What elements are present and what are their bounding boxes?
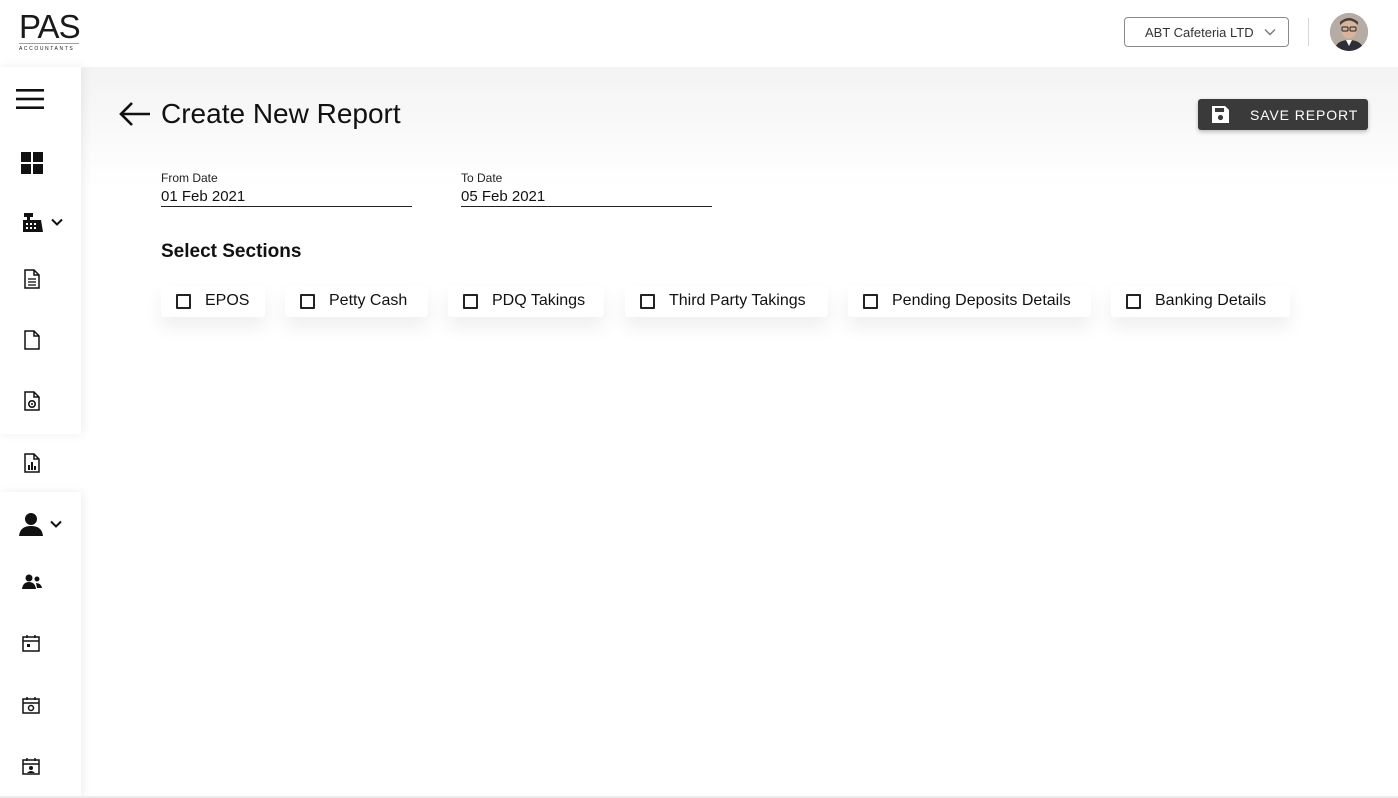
section-label: Pending Deposits Details: [892, 292, 1071, 309]
checkbox[interactable]: [863, 294, 878, 309]
checkbox[interactable]: [463, 294, 478, 309]
section-checkbox-third-party-takings[interactable]: Third Party Takings: [625, 286, 828, 317]
section-label: Petty Cash: [329, 292, 408, 309]
users-group-icon[interactable]: [21, 572, 43, 592]
logo-subtext: ACCOUNTANTS: [19, 46, 75, 52]
logo-underline: [19, 43, 79, 44]
section-checkbox-petty-cash[interactable]: Petty Cash: [285, 286, 428, 317]
chevron-down-icon: [1264, 29, 1276, 36]
section-checkbox-pending-deposits-details[interactable]: Pending Deposits Details: [848, 286, 1091, 317]
calendar-person-icon[interactable]: [21, 755, 41, 777]
document-icon[interactable]: [22, 329, 42, 351]
save-report-button[interactable]: SAVE REPORT: [1198, 99, 1368, 130]
save-report-label: SAVE REPORT: [1250, 107, 1359, 123]
from-date-field[interactable]: From Date 01 Feb 2021: [161, 171, 412, 207]
user-avatar[interactable]: [1330, 13, 1368, 51]
checkbox[interactable]: [176, 294, 191, 309]
section-label: Banking Details: [1155, 292, 1267, 309]
section-checkbox-pdq-takings[interactable]: PDQ Takings: [448, 286, 604, 317]
report-chart-icon[interactable]: [22, 452, 42, 474]
to-date-label: To Date: [461, 171, 503, 185]
menu-icon[interactable]: [14, 83, 46, 115]
sidebar-item-cash-register[interactable]: [20, 209, 66, 235]
sidebar-item-user[interactable]: [18, 511, 64, 537]
user-icon: [19, 513, 43, 536]
company-select[interactable]: ABT Cafeteria LTD: [1124, 17, 1289, 47]
logo-text: PAS: [19, 8, 81, 45]
page-title: Create New Report: [161, 98, 401, 129]
dashboard-icon[interactable]: [20, 151, 44, 175]
back-arrow-icon[interactable]: [118, 100, 152, 128]
sidebar: [0, 67, 81, 798]
section-checkbox-banking-details[interactable]: Banking Details: [1111, 286, 1290, 317]
top-bar: PAS ACCOUNTANTS ABT Cafeteria LTD: [0, 0, 1398, 67]
document-gear-icon[interactable]: [22, 390, 42, 412]
document-lines-icon[interactable]: [22, 268, 42, 290]
save-icon: [1212, 106, 1229, 123]
checkbox[interactable]: [300, 294, 315, 309]
company-logo[interactable]: PAS ACCOUNTANTS: [19, 10, 81, 56]
chevron-down-icon: [51, 218, 63, 226]
select-sections-title: Select Sections: [161, 241, 302, 262]
calendar-icon[interactable]: [21, 632, 41, 654]
section-label: EPOS: [205, 292, 250, 309]
sidebar-panel-main: [0, 67, 81, 434]
checkbox[interactable]: [1126, 294, 1141, 309]
header-divider: [1308, 18, 1309, 46]
avatar-image: [1330, 13, 1368, 51]
calendar-gear-icon[interactable]: [21, 694, 41, 716]
section-label: PDQ Takings: [492, 292, 586, 309]
from-date-label: From Date: [161, 171, 218, 185]
to-date-field[interactable]: To Date 05 Feb 2021: [461, 171, 712, 207]
company-select-value: ABT Cafeteria LTD: [1145, 24, 1254, 40]
cash-register-icon: [23, 213, 43, 232]
chevron-down-icon: [50, 520, 62, 528]
to-date-value[interactable]: 05 Feb 2021: [461, 188, 545, 205]
from-date-value[interactable]: 01 Feb 2021: [161, 188, 245, 205]
checkbox[interactable]: [640, 294, 655, 309]
section-label: Third Party Takings: [669, 292, 806, 309]
section-checkbox-epos[interactable]: EPOS: [161, 286, 265, 317]
